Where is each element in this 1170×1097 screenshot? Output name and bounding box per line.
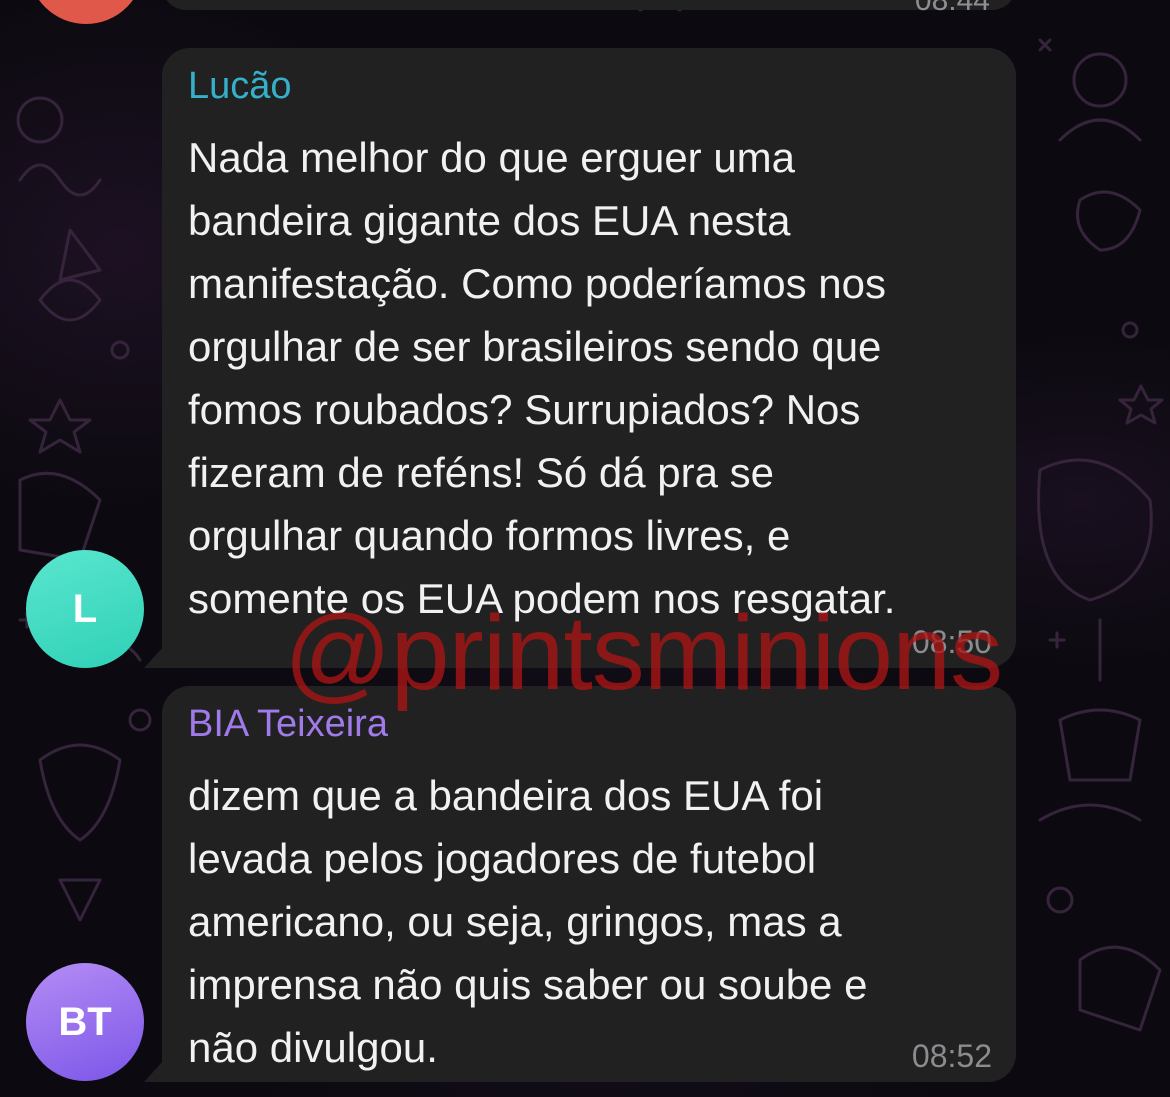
message-line: fizeram de reféns! Só dá pra se [188,449,774,496]
message-bubble-lucao[interactable]: Lucão Nada melhor do que erguer uma band… [144,48,1016,668]
message-line: fomos roubados? Surrupiados? Nos [188,386,861,433]
message-line: manifestação. Como poderíamos nos [188,260,887,307]
message-line: americano, ou seja, gringos, mas a [188,898,842,945]
message-text: dizem que a bandeira dos EUA foi levada … [188,764,1008,1079]
sender-name[interactable]: Lucão [188,65,292,108]
message-line: bandeira gigante dos EUA nesta [188,197,791,244]
message-bubble-bia-teixeira[interactable]: BIA Teixeira dizem que a bandeira dos EU… [144,686,1016,1082]
avatar-lucao[interactable]: L [26,550,144,668]
message-line: dizem que a bandeira dos EUA foi [188,772,824,819]
avatar-bia-teixeira[interactable]: BT [26,963,144,1081]
message-line: orgulhar quando formos livres, e [188,512,791,559]
message-line: não divulgou. [188,1024,438,1071]
watermark-text: @printsminions [284,594,1003,712]
message-time: 08:52 [911,1038,992,1074]
message-line: imprensa não quis saber ou soube e [188,961,868,1008]
message-text: Nada melhor do que erguer uma bandeira g… [188,126,1008,630]
avatar-initials: L [72,586,98,631]
previous-message-time: 08:44 [914,0,990,17]
previous-message-bubble[interactable]: 08:44 [162,0,1016,16]
avatar-initials: BT [58,999,112,1044]
message-line: levada pelos jogadores de futebol [188,835,817,882]
message-line: Nada melhor do que erguer uma [188,134,796,181]
message-line: orgulhar de ser brasileiros sendo que [188,323,882,370]
